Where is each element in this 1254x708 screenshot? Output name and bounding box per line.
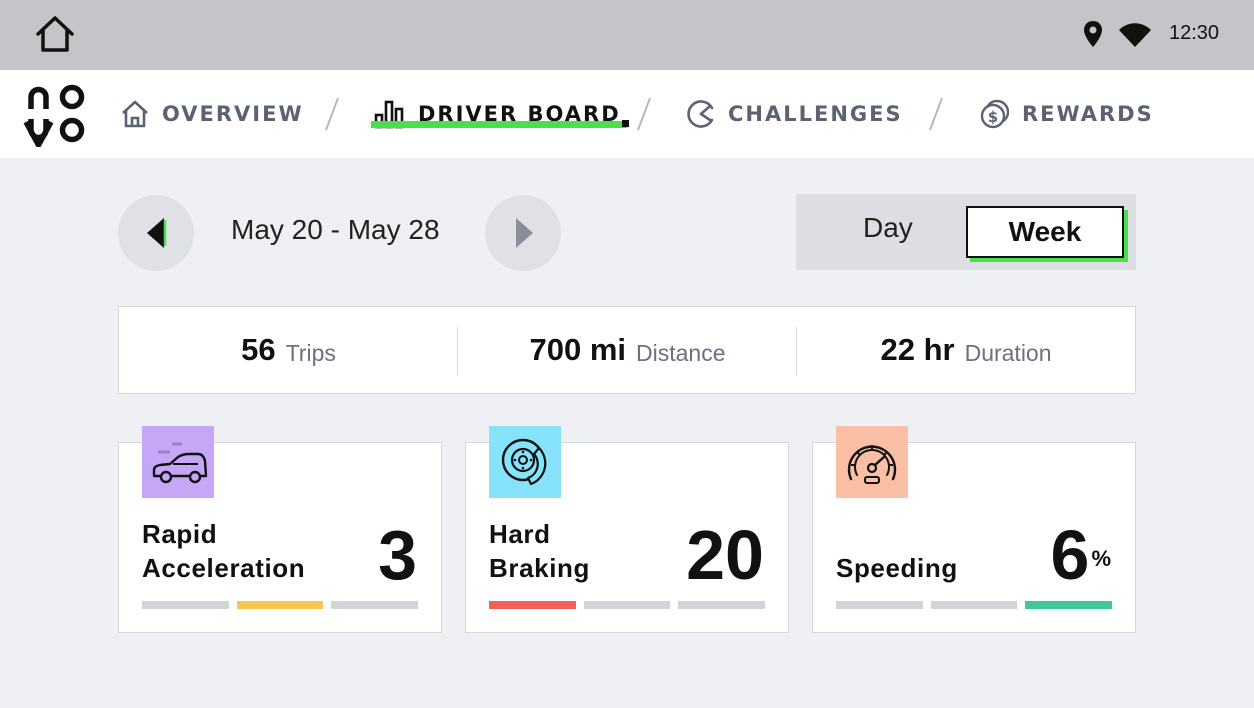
location-pin-icon bbox=[1084, 21, 1102, 47]
severity-bar bbox=[678, 601, 766, 609]
day-option[interactable]: Day bbox=[863, 212, 913, 244]
coin-icon: $ bbox=[980, 99, 1010, 129]
active-tab-indicator-dot bbox=[622, 120, 629, 127]
severity-bars bbox=[142, 601, 419, 609]
home-icon[interactable] bbox=[34, 14, 76, 54]
next-week-button[interactable] bbox=[485, 195, 561, 271]
severity-bar bbox=[142, 601, 229, 609]
triangle-right-icon bbox=[516, 218, 533, 248]
duration-label: Duration bbox=[964, 339, 1052, 366]
clock-time: 12:30 bbox=[1169, 22, 1220, 44]
duration-value: 22 hr bbox=[880, 332, 955, 367]
trip-summary-panel: 56 Trips 700 mi Distance 22 hr Duration bbox=[118, 306, 1136, 394]
severity-bar bbox=[331, 601, 419, 609]
severity-bar bbox=[236, 601, 324, 609]
tab-overview[interactable]: OVERVIEW bbox=[120, 96, 304, 132]
brand-logo[interactable] bbox=[22, 81, 88, 147]
tab-rewards-label: REWARDS bbox=[1022, 102, 1154, 126]
distance-value: 700 mi bbox=[529, 332, 627, 367]
hard-braking-count: 20 bbox=[686, 516, 764, 594]
trips-label: Trips bbox=[285, 339, 336, 366]
distance-label: Distance bbox=[636, 339, 726, 366]
speeding-card[interactable]: Speeding 6% bbox=[812, 426, 1136, 633]
rapid-acceleration-count: 3 bbox=[378, 516, 417, 594]
car-speed-icon bbox=[142, 426, 214, 498]
top-navigation: OVERVIEW DRIVER BOARD CHALLENGES $ REWAR… bbox=[0, 70, 1254, 158]
severity-bar bbox=[836, 601, 923, 609]
nav-separator bbox=[637, 97, 651, 131]
card-title: Rapid Acceleration bbox=[142, 519, 306, 583]
wifi-icon bbox=[1119, 23, 1151, 47]
svg-text:$: $ bbox=[988, 108, 998, 126]
rapid-acceleration-card[interactable]: Rapid Acceleration 3 bbox=[118, 426, 442, 633]
triangle-left-icon bbox=[147, 218, 167, 248]
trips-stat: 56 Trips bbox=[119, 307, 458, 393]
trips-value: 56 bbox=[241, 332, 276, 367]
week-option-selected[interactable]: Week bbox=[966, 206, 1124, 258]
speedometer-icon bbox=[836, 426, 908, 498]
tab-overview-label: OVERVIEW bbox=[162, 102, 304, 126]
nav-separator bbox=[929, 97, 943, 131]
duration-stat: 22 hr Duration bbox=[797, 307, 1135, 393]
brake-disc-icon bbox=[489, 426, 561, 498]
status-bar: 12:30 bbox=[0, 0, 1254, 70]
severity-bars bbox=[836, 601, 1113, 609]
card-title: Speeding bbox=[836, 553, 958, 583]
hard-braking-card[interactable]: Hard Braking 20 bbox=[465, 426, 789, 633]
nav-separator bbox=[325, 97, 339, 131]
gauge-icon bbox=[687, 100, 714, 128]
date-range: May 20 - May 28 bbox=[231, 214, 440, 245]
house-icon bbox=[122, 100, 148, 128]
percent-sign: % bbox=[1091, 546, 1111, 571]
severity-bar bbox=[930, 601, 1018, 609]
speeding-value: 6% bbox=[1050, 516, 1112, 594]
severity-bar bbox=[489, 601, 576, 609]
tab-challenges[interactable]: CHALLENGES bbox=[686, 96, 903, 132]
distance-stat: 700 mi Distance bbox=[458, 307, 797, 393]
tab-challenges-label: CHALLENGES bbox=[728, 102, 903, 126]
severity-bar bbox=[1025, 601, 1113, 609]
previous-week-button[interactable] bbox=[118, 195, 194, 271]
severity-bar bbox=[583, 601, 671, 609]
card-title: Hard Braking bbox=[489, 519, 591, 583]
tab-rewards[interactable]: $ REWARDS bbox=[980, 96, 1154, 132]
severity-bars bbox=[489, 601, 766, 609]
active-tab-indicator bbox=[371, 121, 627, 128]
